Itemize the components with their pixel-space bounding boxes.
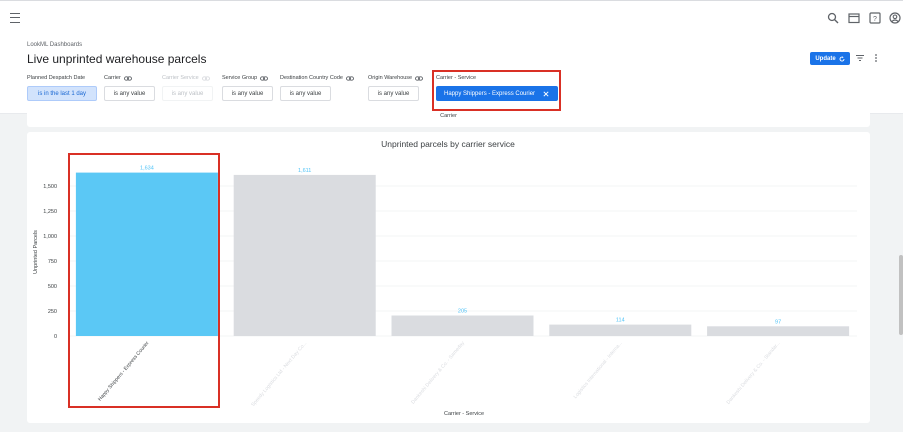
filter-label-service-group: Service Group [222, 75, 269, 81]
bar[interactable] [391, 315, 534, 337]
y-tick-label: 750 [48, 259, 57, 265]
filter-label-planned-despatch-date: Planned Despatch Date [27, 75, 86, 81]
filter-icon[interactable] [855, 53, 865, 63]
account-icon[interactable] [889, 12, 901, 24]
scrollbar[interactable] [899, 255, 903, 335]
filter-carrier-service: is any value [162, 86, 213, 101]
svg-text:?: ? [873, 16, 877, 23]
x-tick-label: Logistics International - Interna... [573, 340, 624, 399]
x-tick-label: Dankeshi Delivery & Co. - Standar... [726, 340, 782, 405]
link-icon[interactable] [415, 75, 424, 81]
y-axis: 0 250 500 750 1,000 1,250 1,500 [43, 184, 57, 340]
y-tick-label: 0 [54, 334, 57, 340]
highlight-box-bar [68, 153, 220, 408]
link-icon[interactable] [260, 75, 269, 81]
bar[interactable] [233, 174, 376, 336]
data-label: 205 [458, 309, 467, 315]
filter-planned-despatch-date[interactable]: is in the last 1 day [27, 86, 97, 101]
y-tick-label: 500 [48, 284, 57, 290]
filter-label-carrier-service: Carrier Service [162, 75, 210, 81]
y-tick-label: 1,250 [43, 209, 57, 215]
carrier-tile: Carrier [27, 113, 870, 127]
bar[interactable] [707, 326, 850, 336]
more-options-icon[interactable] [871, 53, 881, 63]
x-tick-label: Dankeshi Delivery & Co. - Sameday [410, 340, 466, 405]
update-button[interactable]: Update [810, 52, 850, 65]
filter-label-destination-country-code: Destination Country Code [280, 75, 354, 81]
search-icon[interactable] [827, 12, 839, 24]
y-axis-title: Unprinted Parcels [33, 230, 39, 274]
data-label: 1,611 [298, 168, 311, 174]
bar[interactable] [549, 324, 692, 336]
update-button-label: Update [815, 55, 836, 62]
link-icon[interactable] [346, 75, 354, 81]
menu-icon[interactable] [10, 13, 20, 23]
highlight-box-filter [432, 70, 561, 111]
help-icon[interactable]: ? [869, 12, 881, 24]
page-title: Live unprinted warehouse parcels [27, 52, 207, 66]
refresh-icon [839, 55, 845, 61]
breadcrumb[interactable]: LookML Dashboards [27, 42, 82, 48]
x-tick-label: Speedy Logistics Ltd - Next Day Co... [250, 340, 308, 408]
browse-icon[interactable] [848, 12, 860, 24]
filter-carrier[interactable]: is any value [104, 86, 155, 101]
filter-destination-country-code[interactable]: is any value [280, 86, 331, 101]
data-label: 114 [616, 318, 625, 324]
filter-origin-warehouse[interactable]: is any value [368, 86, 419, 101]
data-label: 97 [775, 319, 781, 325]
filter-label-carrier: Carrier [104, 75, 132, 81]
carrier-tile-label: Carrier [440, 113, 457, 119]
x-axis-title: Carrier - Service [444, 411, 484, 417]
filter-service-group[interactable]: is any value [222, 86, 273, 101]
link-icon [201, 75, 210, 81]
filter-label-origin-warehouse: Origin Warehouse [368, 75, 424, 81]
top-bar: ? [0, 0, 903, 36]
y-tick-label: 1,500 [43, 184, 57, 190]
y-tick-label: 250 [48, 309, 57, 315]
link-icon[interactable] [123, 75, 132, 81]
chart-title: Unprinted parcels by carrier service [381, 139, 515, 149]
y-tick-label: 1,000 [43, 234, 57, 240]
